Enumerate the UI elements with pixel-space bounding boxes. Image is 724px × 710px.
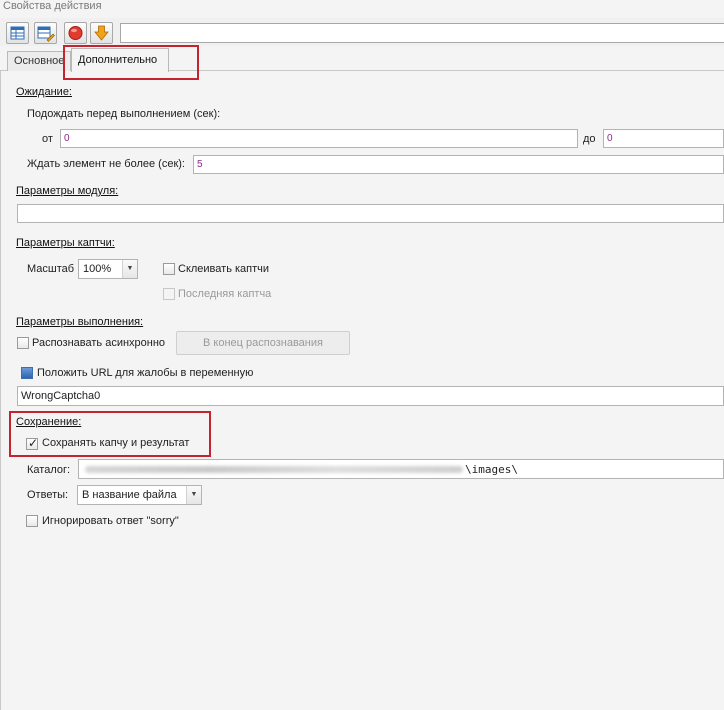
module-params-input[interactable] [17, 204, 724, 223]
stop-button[interactable] [64, 22, 87, 44]
ignore-sorry-label: Игнорировать ответ "sorry" [42, 515, 179, 527]
answers-select[interactable]: В название файла ▼ [77, 485, 202, 505]
async-checkbox[interactable] [17, 337, 29, 349]
chevron-down-icon[interactable]: ▼ [122, 260, 137, 278]
wait-to-input[interactable]: 0 [603, 129, 724, 148]
wait-section-header: Ожидание: [16, 86, 72, 98]
url-complaint-label: Положить URL для жалобы в переменную [37, 367, 254, 379]
catalog-path-input[interactable]: \images\ [78, 459, 724, 479]
save-captcha-checkbox[interactable] [26, 436, 38, 450]
scale-select[interactable]: 100% ▼ [78, 259, 138, 279]
from-label: от [42, 133, 53, 145]
window-title: Свойства действия [3, 0, 102, 12]
scale-value: 100% [83, 263, 112, 275]
tab-basic[interactable]: Основное [7, 51, 72, 71]
to-label: до [583, 133, 596, 145]
element-wait-input[interactable]: 5 [193, 155, 724, 174]
wait-from-input[interactable]: 0 [60, 129, 578, 148]
chevron-down-icon[interactable]: ▼ [186, 486, 201, 504]
glue-captcha-checkbox[interactable] [163, 263, 175, 275]
stop-icon [68, 26, 83, 40]
answers-label: Ответы: [27, 489, 69, 501]
execution-section-header: Параметры выполнения: [16, 316, 144, 328]
ignore-sorry-checkbox[interactable] [26, 515, 38, 527]
saving-section-header: Сохранение: [16, 416, 82, 428]
element-wait-label: Ждать элемент не более (сек): [27, 158, 185, 170]
arrow-down-icon [94, 25, 109, 41]
captcha-section-header: Параметры каптчи: [16, 237, 115, 249]
blurred-path [85, 466, 463, 473]
last-captcha-checkbox[interactable] [163, 288, 175, 300]
move-down-button[interactable] [90, 22, 113, 44]
wait-before-label: Подождать перед выполнением (сек): [27, 108, 221, 120]
tab-basic-label: Основное [14, 55, 65, 67]
glue-captcha-label: Склеивать каптчи [178, 263, 270, 275]
answers-value: В название файла [82, 489, 177, 501]
highlight-box-tab [63, 45, 199, 80]
save-captcha-label: Сохранять капчу и результат [42, 437, 190, 449]
catalog-path-suffix: \images\ [465, 463, 518, 476]
complaint-variable-input[interactable]: WrongCaptcha0 [17, 386, 724, 406]
scale-label: Масштаб [27, 263, 75, 275]
catalog-label: Каталог: [27, 464, 71, 476]
table-button[interactable] [6, 22, 29, 44]
module-section-header: Параметры модуля: [16, 185, 119, 197]
table-icon [10, 26, 25, 40]
url-complaint-checkbox[interactable] [21, 367, 33, 379]
last-captcha-label: Последняя каптча [178, 288, 272, 300]
table-edit-button[interactable] [34, 22, 57, 44]
table-edit-icon [37, 26, 55, 42]
end-of-recognition-button[interactable]: В конец распознавания [176, 331, 350, 355]
async-label: Распознавать асинхронно [32, 337, 166, 349]
action-name-input[interactable] [120, 23, 724, 43]
